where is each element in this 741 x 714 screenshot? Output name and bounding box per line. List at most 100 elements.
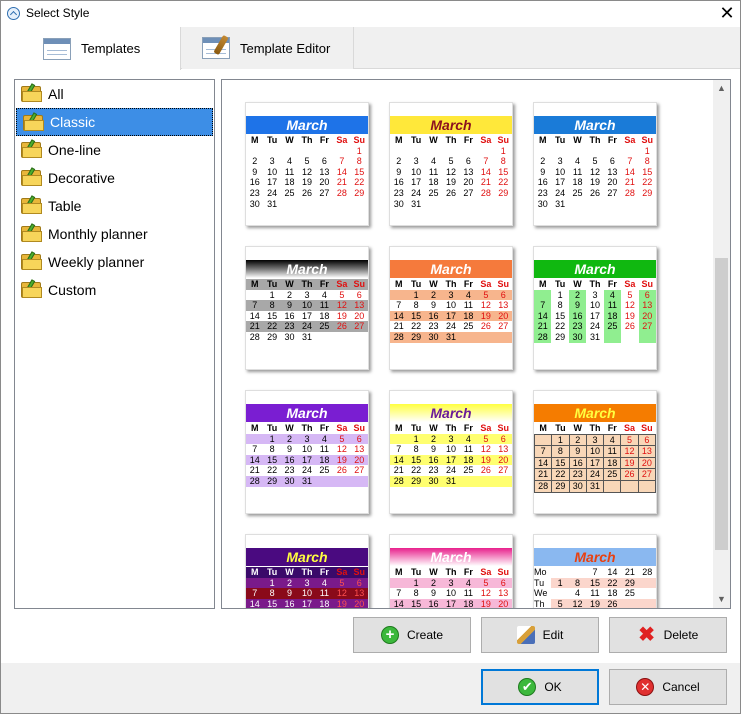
day-cell: 4 [321, 289, 327, 300]
day-cell: 5 [483, 289, 489, 300]
ok-button[interactable]: ✔ OK [481, 669, 599, 705]
day-cell: 26 [336, 465, 347, 476]
week-row: 21 22 23 24 25 26 27 [246, 321, 368, 332]
day-cell: 10 [589, 300, 600, 311]
scroll-down-icon[interactable]: ▼ [713, 591, 730, 608]
day-cell: 7 [339, 156, 345, 167]
day-cell: 14 [393, 454, 404, 465]
weekday-header: Fr [607, 135, 617, 145]
template-thumbnail[interactable]: March M Tu W Th Fr Sa Su 1 2 3 4 5 6 7 8 9 10 11 12 13 14 15 16… [389, 534, 513, 609]
day-cell: 13 [319, 166, 330, 177]
day-cell: 5 [339, 289, 345, 300]
day-cell: 11 [572, 166, 583, 177]
template-gallery[interactable]: March M Tu W Th Fr Sa Su 1 2 3 4 5 6 7 8 9 10 11 12 13 14 15 16… [221, 79, 731, 609]
week-row: 14 15 16 17 18 19 20 [534, 310, 656, 322]
week-row: 21 22 23 24 25 26 27 [390, 465, 512, 476]
week-row: 16 17 18 19 20 21 22 [534, 177, 656, 188]
day-cell: 28 [336, 187, 347, 198]
category-item[interactable]: Decorative [15, 164, 214, 192]
tab-template-editor[interactable]: Template Editor [182, 27, 354, 69]
category-label: Table [48, 198, 82, 214]
weekday-label: Tu [534, 577, 545, 588]
week-row: 1 [534, 146, 656, 157]
day-cell: 18 [463, 598, 474, 609]
day-cell: 15 [586, 577, 604, 589]
day-cell: 7 [534, 445, 553, 458]
edit-icon [516, 626, 535, 644]
weekday-header: Fr [463, 423, 473, 433]
template-thumbnail[interactable]: March Mo 7 14 21 28 Tu 1 8 15 22 29 We 4 11 18 25 Th 5 12 19… [533, 534, 657, 608]
template-thumbnail[interactable]: March M Tu W Th Fr Sa Su 1 2 3 4 5 6 7 8 9 10 11 12 13 14 15 16… [389, 246, 513, 370]
scroll-up-icon[interactable]: ▲ [713, 80, 730, 97]
template-thumbnail[interactable]: March M Tu W Th Fr Sa Su 1 2 3 4 5 6 7 8 9 10 11 12 13 14 15 16… [533, 246, 657, 370]
cancel-button[interactable]: ✕ Cancel [609, 669, 727, 705]
close-icon[interactable]: ✕ [713, 1, 741, 27]
category-item[interactable]: Classic [16, 108, 213, 136]
edit-button[interactable]: Edit [481, 617, 599, 653]
day-cell [316, 476, 333, 487]
create-button[interactable]: + Create [353, 617, 471, 653]
day-cell [495, 476, 512, 487]
day-cell: 4 [465, 289, 471, 300]
category-item[interactable]: One-line [15, 136, 214, 164]
day-cell: 29 [354, 187, 365, 198]
category-item[interactable]: Table [15, 192, 214, 220]
tab-templates[interactable]: Templates [1, 27, 181, 70]
day-cell [603, 479, 622, 493]
day-cell: 23 [249, 187, 260, 198]
day-cell [534, 146, 551, 157]
weekday-header: M [538, 135, 547, 145]
day-cell: 15 [411, 310, 422, 321]
calendar-grid: M Tu W Th Fr Sa Su 1 2 3 4 5 6 7 8 9 10 11 12 13 14 15 16 17 18 1… [390, 135, 512, 209]
scroll-thumb[interactable] [715, 258, 728, 550]
category-item[interactable]: Custom [15, 276, 214, 304]
category-item[interactable]: Monthly planner [15, 220, 214, 248]
week-row: 14 15 16 17 18 19 20 [246, 454, 368, 466]
day-cell: 9 [396, 166, 402, 177]
weekday-header: W [573, 423, 582, 433]
day-cell [477, 332, 494, 343]
category-list[interactable]: All Classic One-line Decorative Table Monthly… [14, 79, 215, 609]
day-cell: 9 [568, 300, 587, 311]
template-thumbnail[interactable]: March M Tu W Th Fr Sa Su 1 2 3 4 5 6 7 8 9 10 11 12 13 14 15 16… [389, 390, 513, 514]
day-cell [495, 199, 512, 210]
day-cell: 13 [463, 166, 474, 177]
plus-icon: + [380, 626, 399, 644]
day-cell: 27 [354, 465, 365, 476]
day-cell: 26 [480, 321, 491, 332]
delete-button[interactable]: ✖ Delete [609, 617, 727, 653]
week-row: 16 17 18 19 20 21 22 [390, 177, 512, 188]
tab-bar: Templates Template Editor [1, 27, 740, 70]
category-item[interactable]: Weekly planner [15, 248, 214, 276]
template-thumbnail[interactable]: March M Tu W Th Fr Sa Su 1 2 3 4 5 6 7 8 9 10 11 12 13 14 15 16… [245, 534, 369, 608]
day-cell: 16 [284, 454, 295, 465]
weekday-header: W [429, 567, 438, 577]
weekday-header: W [285, 135, 294, 145]
template-thumbnail[interactable]: March M Tu W Th Fr Sa Su 1 2 3 4 5 6 7 8 9 10 11 12 13 14 15 16… [533, 390, 657, 514]
day-cell: 11 [603, 300, 622, 311]
day-cell [246, 290, 263, 301]
weekday-header: Su [497, 567, 510, 577]
day-cell: 24 [589, 321, 600, 332]
week-row: 14 15 16 17 18 19 20 [534, 456, 656, 470]
day-cell: 2 [431, 577, 437, 588]
day-cell [586, 146, 603, 157]
day-cell: 15 [267, 454, 278, 465]
day-cell: 31 [301, 331, 312, 342]
template-thumbnail[interactable]: March M Tu W Th Fr Sa Su 1 2 3 4 5 6 7 8 9 10 11 12 13 14 15 16… [245, 246, 369, 370]
weekday-header: Tu [266, 279, 278, 289]
day-cell: 25 [603, 468, 622, 481]
category-item[interactable]: All [15, 80, 214, 108]
day-cell: 25 [603, 321, 622, 332]
weekday-header: Fr [607, 423, 617, 433]
template-thumbnail[interactable]: March M Tu W Th Fr Sa Su 1 2 3 4 5 6 7 8 9 10 11 12 13 14 15 16… [245, 390, 369, 514]
folder-icon [23, 112, 45, 131]
month-name: March [246, 116, 368, 134]
template-thumbnail[interactable]: March M Tu W Th Fr Sa Su 1 2 3 4 5 6 7 8 9 10 11 12 13 14 15 16… [533, 102, 657, 226]
day-cell: 15 [498, 166, 509, 177]
day-cell: 3 [304, 289, 310, 300]
vertical-scrollbar[interactable]: ▲ ▼ [713, 80, 730, 608]
template-thumbnail[interactable]: March M Tu W Th Fr Sa Su 1 2 3 4 5 6 7 8 9 10 11 12 13 14 15 16… [389, 102, 513, 226]
day-cell: 9 [287, 444, 293, 455]
template-thumbnail[interactable]: March M Tu W Th Fr Sa Su 1 2 3 4 5 6 7 8 9 10 11 12 13 14 15 16… [245, 102, 369, 226]
